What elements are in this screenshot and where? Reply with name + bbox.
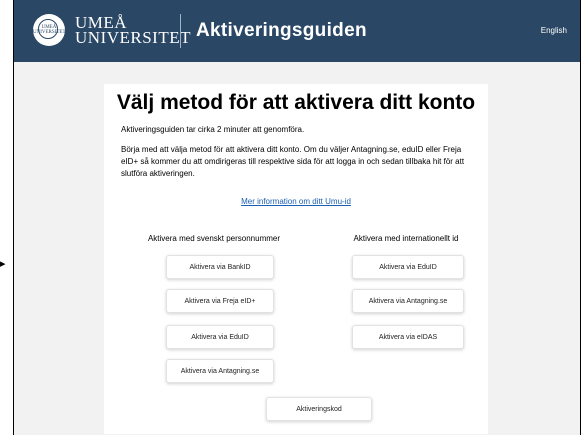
seal-lettering: UMEÅ UNIVERSITET bbox=[33, 25, 66, 35]
activation-code-button[interactable]: Aktiveringskod bbox=[266, 397, 372, 421]
activation-card: Välj metod för att aktivera ditt konto A… bbox=[104, 84, 488, 434]
antagning-button-right[interactable]: Aktivera via Antagning.se bbox=[352, 289, 464, 313]
university-logo-text[interactable]: UMEÅ UNIVERSITET bbox=[75, 14, 191, 47]
app-window: UMEÅ UNIVERSITET UMEÅ UNIVERSITET Aktive… bbox=[13, 0, 581, 435]
bankid-button[interactable]: Aktivera via BankID bbox=[166, 255, 274, 279]
page-title: Välj metod för att aktivera ditt konto bbox=[116, 91, 476, 114]
eidas-button[interactable]: Aktivera via eIDAS bbox=[352, 325, 464, 349]
university-seal-icon: UMEÅ UNIVERSITET bbox=[33, 14, 66, 46]
frame-margin bbox=[0, 0, 12, 435]
description-text: Börja med att välja metod för att aktive… bbox=[121, 145, 465, 178]
antagning-button-left[interactable]: Aktivera via Antagning.se bbox=[166, 359, 274, 383]
header-divider bbox=[180, 14, 181, 48]
right-column-heading: Aktivera med internationellt id bbox=[353, 234, 459, 243]
app-title: Aktiveringsguiden bbox=[196, 20, 367, 41]
language-switch-link[interactable]: English bbox=[541, 26, 567, 35]
left-column-heading: Aktivera med svenskt personnummer bbox=[147, 234, 281, 243]
more-info-link[interactable]: Mer information om ditt Umu-id bbox=[104, 197, 488, 206]
header: UMEÅ UNIVERSITET UMEÅ UNIVERSITET Aktive… bbox=[14, 0, 580, 62]
brand-line-2: UNIVERSITET bbox=[75, 28, 191, 47]
freja-eid-button[interactable]: Aktivera via Freja eID+ bbox=[166, 289, 274, 313]
eduid-button-right[interactable]: Aktivera via EduID bbox=[352, 255, 464, 279]
eduid-button-left[interactable]: Aktivera via EduID bbox=[166, 325, 274, 349]
arrow-right-icon: ▸ bbox=[0, 258, 6, 270]
intro-text: Aktiveringsguiden tar cirka 2 minuter at… bbox=[121, 125, 305, 134]
